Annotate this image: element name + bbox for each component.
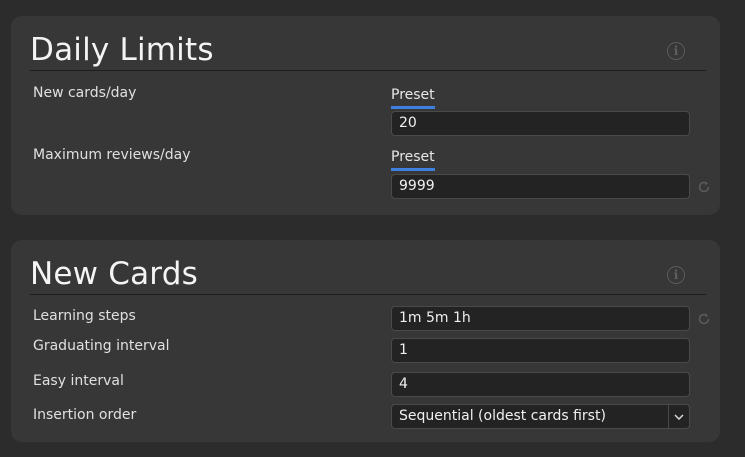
graduating-interval-label: Graduating interval bbox=[33, 338, 170, 354]
tab-preset[interactable]: Preset bbox=[391, 86, 435, 109]
learning-steps-label: Learning steps bbox=[33, 308, 136, 324]
reset-icon[interactable] bbox=[697, 312, 711, 326]
info-icon[interactable]: i bbox=[667, 42, 685, 60]
maximum-reviews-per-day-label: Maximum reviews/day bbox=[33, 147, 191, 163]
info-icon[interactable]: i bbox=[667, 266, 685, 284]
title-divider bbox=[30, 294, 706, 295]
new-cards-section: New Cards i Learning steps 1m 5m 1h Grad… bbox=[11, 240, 720, 442]
graduating-interval-input[interactable]: 1 bbox=[391, 338, 690, 363]
section-title: New Cards bbox=[30, 256, 198, 292]
easy-interval-label: Easy interval bbox=[33, 373, 124, 389]
daily-limits-section: Daily Limits i New cards/day Preset 20 M… bbox=[11, 16, 720, 215]
new-cards-per-day-input[interactable]: 20 bbox=[391, 111, 690, 136]
new-cards-per-day-label: New cards/day bbox=[33, 85, 137, 101]
tab-preset[interactable]: Preset bbox=[391, 148, 435, 171]
title-divider bbox=[30, 70, 706, 71]
insertion-order-label: Insertion order bbox=[33, 407, 137, 423]
learning-steps-input[interactable]: 1m 5m 1h bbox=[391, 306, 690, 331]
maximum-reviews-per-day-input[interactable]: 9999 bbox=[391, 174, 690, 199]
section-title: Daily Limits bbox=[30, 32, 214, 68]
insertion-order-select[interactable]: Sequential (oldest cards first) bbox=[391, 404, 690, 429]
chevron-down-icon[interactable] bbox=[668, 405, 689, 428]
insertion-order-value: Sequential (oldest cards first) bbox=[399, 408, 606, 424]
easy-interval-input[interactable]: 4 bbox=[391, 372, 690, 397]
reset-icon[interactable] bbox=[697, 180, 711, 194]
